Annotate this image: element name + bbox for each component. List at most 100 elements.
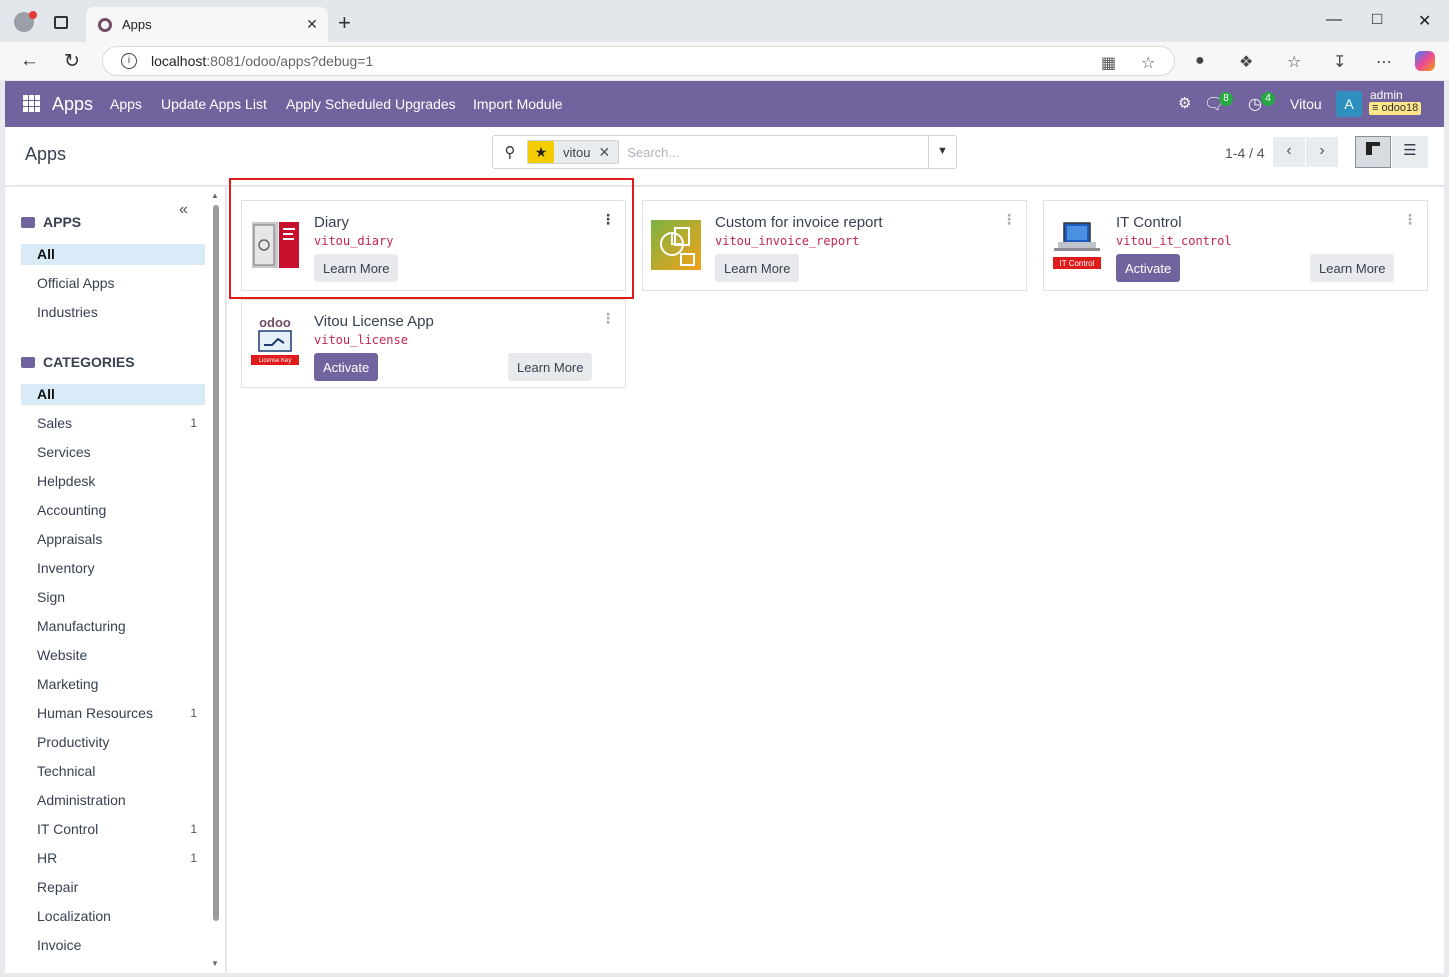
search-input[interactable] [627,144,928,160]
favorite-star-icon[interactable]: ☆ [1141,53,1155,73]
card-dropdown-icon[interactable]: ⋮ [1403,211,1417,228]
sidebar-category-website[interactable]: Website [21,645,205,666]
debug-bug-icon[interactable]: ⚙ [1178,94,1191,112]
search-icon[interactable]: ⚲ [493,143,527,161]
learn-more-button[interactable]: Learn More [1310,254,1395,282]
sidebar-apps-all[interactable]: All [21,244,205,265]
sidebar-category-productivity[interactable]: Productivity [21,732,205,753]
new-tab-button[interactable]: + [338,10,351,36]
sidebar-category-it-control[interactable]: IT Control 1 [21,819,205,840]
sidebar-category-services[interactable]: Services [21,442,205,463]
more-menu-icon[interactable]: ⋯ [1376,52,1392,72]
menu-import-module[interactable]: Import Module [473,96,562,112]
category-label: Sign [37,589,66,605]
collapse-sidebar-icon[interactable]: « [179,201,188,219]
kanban-icon [1366,142,1380,155]
list-view-button[interactable]: ☰ [1392,136,1428,168]
sidebar-category-appraisals[interactable]: Appraisals [21,529,205,550]
activate-button[interactable]: Activate [314,353,379,381]
category-label: Localization [37,908,111,924]
sidebar-category-inventory[interactable]: Inventory [21,558,205,579]
menu-update-apps-list[interactable]: Update Apps List [161,96,267,112]
app-menu-grid-icon[interactable] [23,95,40,112]
url-bar[interactable]: i localhost:8081/odoo/apps?debug=1 ▦ ☆ [102,46,1175,76]
back-icon[interactable]: ← [20,50,39,72]
sidebar-category-marketing[interactable]: Marketing [21,674,205,695]
category-count: 1 [190,706,197,720]
downloads-icon[interactable]: ↧ [1333,52,1346,72]
activities-clock-icon[interactable]: ◷ [1248,94,1262,114]
favorites-icon[interactable]: ☆ [1287,52,1301,72]
kanban-view-button[interactable] [1355,136,1391,168]
odoo-favicon-icon [98,17,112,32]
svg-text:odoo: odoo [259,315,291,330]
category-label: IT Control [37,821,99,837]
close-window-icon[interactable]: ✕ [1418,11,1431,31]
remove-facet-icon[interactable]: ✕ [598,144,618,161]
tab-close-icon[interactable]: ✕ [302,16,322,33]
category-label: Technical [37,763,96,779]
category-label: Website [37,647,88,663]
browser-address-bar: ← ↻ i localhost:8081/odoo/apps?debug=1 ▦… [0,42,1449,80]
category-label: Invoice [37,937,82,953]
sidebar-category-localization[interactable]: Localization [21,906,205,927]
scroll-up-icon[interactable]: ▲ [211,191,219,200]
card-dropdown-icon[interactable]: ⋮ [1002,211,1016,228]
copilot-icon[interactable] [1415,51,1435,71]
sidebar-category-repair[interactable]: Repair [21,877,205,898]
sidebar-category-administration[interactable]: Administration [21,790,205,811]
sidebar-category-invoice[interactable]: Invoice [21,935,205,956]
navbar-brand[interactable]: Apps [52,94,93,115]
learn-more-button[interactable]: Learn More [715,254,800,282]
sidebar-category-all[interactable]: All [21,384,205,405]
category-label: Administration [37,792,126,808]
app-card-license[interactable]: odoo License Key Vitou License App vitou… [241,299,626,388]
sidebar-category-sales[interactable]: Sales 1 [21,413,205,434]
category-label: All [37,386,55,402]
category-label: Services [37,444,91,460]
user-name[interactable]: admin [1370,89,1403,101]
pager-next-button[interactable]: › [1306,137,1338,167]
sidebar-scrollbar[interactable] [213,205,219,921]
sidebar-apps-official[interactable]: Official Apps [21,273,205,294]
sidebar-apps-industries[interactable]: Industries [21,302,205,323]
app-card-it-control[interactable]: IT Control IT Control vitou_it_control A… [1043,200,1428,291]
scroll-down-icon[interactable]: ▼ [211,959,219,968]
sidebar-category-accounting[interactable]: Accounting [21,500,205,521]
menu-apply-scheduled-upgrades[interactable]: Apply Scheduled Upgrades [286,96,456,112]
sidebar-category-sign[interactable]: Sign [21,587,205,608]
search-options-toggle-icon[interactable]: ▼ [928,136,956,168]
menu-apps[interactable]: Apps [110,96,142,112]
sidebar-category-manufacturing[interactable]: Manufacturing [21,616,205,637]
activate-button[interactable]: Activate [1116,254,1181,282]
it-control-app-icon: IT Control [1052,220,1102,270]
app-card-invoice-report[interactable]: Custom for invoice report vitou_invoice_… [642,200,1027,291]
folder-icon [21,356,35,368]
company-switcher[interactable]: Vitou [1290,96,1322,112]
folder-icon [21,216,35,228]
card-dropdown-icon[interactable]: ⋮ [601,310,615,327]
breadcrumb: Apps [25,144,67,164]
app-available-icon[interactable]: ▦ [1101,53,1116,73]
pager-value[interactable]: 1-4 / 4 [1225,145,1265,161]
tab-actions-icon[interactable] [54,16,68,29]
sidebar-category-helpdesk[interactable]: Helpdesk [21,471,205,492]
learn-more-button[interactable]: Learn More [508,353,593,381]
browser-tab-apps[interactable]: Apps ✕ [86,7,328,42]
app-name: IT Control [1116,214,1182,231]
maximize-icon[interactable]: □ [1372,9,1382,29]
minimize-icon[interactable]: — [1326,11,1342,29]
pager-previous-button[interactable]: ‹ [1273,137,1305,167]
user-avatar[interactable]: A [1336,91,1362,117]
search-facet-favorite[interactable]: ★ vitou ✕ [527,140,620,164]
invoice-report-app-icon [651,220,701,270]
reload-icon[interactable]: ↻ [64,50,80,73]
app-technical-name: vitou_invoice_report [715,234,860,248]
sidebar-category-technical[interactable]: Technical [21,761,205,782]
site-info-icon[interactable]: i [121,53,137,69]
extensions-icon[interactable]: ❖ [1239,52,1253,72]
extension-monkey-icon[interactable]: ● [1195,52,1205,70]
sidebar-category-human-resources[interactable]: Human Resources 1 [21,703,205,724]
search-bar[interactable]: ⚲ ★ vitou ✕ ▼ [492,135,957,169]
sidebar-category-hr[interactable]: HR 1 [21,848,205,869]
